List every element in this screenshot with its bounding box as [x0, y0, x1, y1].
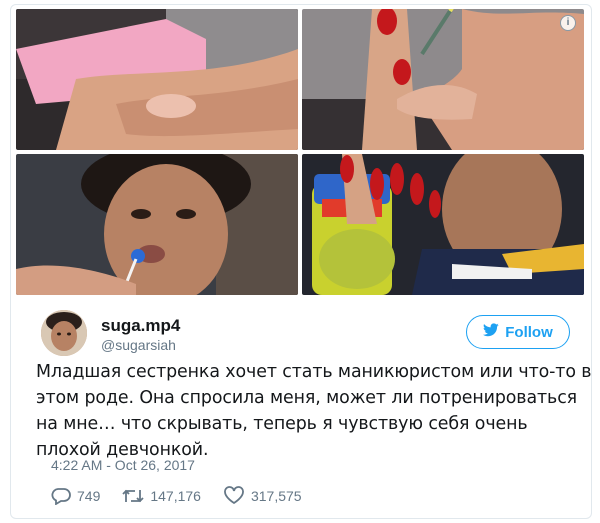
- reply-count: 749: [77, 487, 101, 504]
- retweet-count: 147,176: [150, 487, 201, 504]
- tweet-card: i suga.mp4 @sugarsiah Follow Младшая сес…: [10, 4, 592, 519]
- photo-lollipop-selfie[interactable]: [16, 154, 298, 295]
- avatar[interactable]: [41, 310, 87, 356]
- photo-nail-painting[interactable]: i: [302, 9, 584, 150]
- display-name[interactable]: suga.mp4: [101, 316, 180, 336]
- reply-button[interactable]: 749: [51, 487, 100, 505]
- retweet-button[interactable]: 147,176: [122, 488, 201, 504]
- reply-icon: [51, 487, 71, 505]
- retweet-icon: [122, 488, 144, 504]
- like-heart-icon: [223, 486, 245, 505]
- photo-red-nails-selfie[interactable]: [302, 154, 584, 295]
- timestamp[interactable]: 4:22 AM - Oct 26, 2017: [51, 457, 195, 473]
- like-button[interactable]: 317,575: [223, 486, 302, 505]
- info-icon[interactable]: i: [560, 15, 576, 31]
- action-bar: 749 147,176 317,575: [51, 486, 324, 505]
- follow-button[interactable]: Follow: [466, 315, 570, 349]
- photo-nail-buffing[interactable]: [16, 9, 298, 150]
- media-grid: i: [16, 9, 584, 295]
- handle[interactable]: @sugarsiah: [101, 337, 176, 353]
- tweet-text: Младшая сестренка хочет стать маникюрист…: [36, 362, 592, 460]
- twitter-bird-icon: [483, 323, 499, 341]
- like-count: 317,575: [250, 487, 302, 504]
- follow-label: Follow: [505, 323, 553, 341]
